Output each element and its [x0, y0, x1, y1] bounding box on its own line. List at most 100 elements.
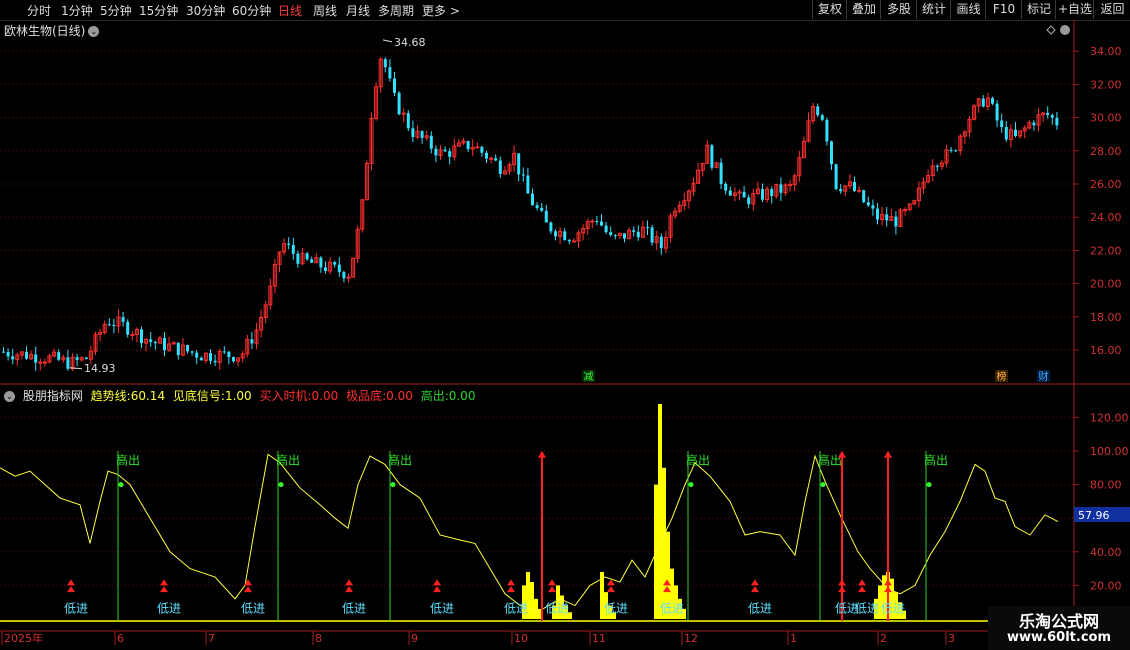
buy-triangle-icon [345, 579, 353, 593]
period-tab[interactable]: 60分钟 [232, 2, 271, 19]
period-tab[interactable]: 周线 [313, 2, 337, 19]
candle-body [346, 276, 351, 279]
candle-body [985, 97, 990, 107]
candle-body [535, 205, 539, 208]
sell-label: 高出: [420, 389, 449, 403]
candle-body [34, 354, 38, 363]
toolbar-button[interactable]: 统计 [916, 0, 951, 19]
y-tick-label: 32.00 [1090, 78, 1122, 91]
toolbar-button[interactable]: F10 [985, 0, 1022, 19]
candle-body [180, 344, 185, 356]
sell-label: 高出 [924, 452, 948, 467]
chevron-down-icon[interactable]: ⌄ [4, 391, 15, 402]
candle-body [939, 162, 944, 167]
candle-body [710, 145, 714, 168]
candle-body [259, 316, 264, 331]
chart-area[interactable]: 34.0032.0030.0028.0026.0024.0022.0020.00… [0, 0, 1130, 650]
candle-body [926, 175, 931, 183]
candle-body [79, 357, 84, 361]
toolbar-button[interactable]: 多股 [880, 0, 917, 19]
watermark: 乐淘公式网 www.60lt.com [988, 606, 1130, 650]
chevron-down-icon[interactable]: ⌄ [88, 26, 100, 37]
candle-body [11, 356, 15, 360]
buy-triangle-icon [160, 579, 168, 593]
x-tick-label: 3 [948, 632, 955, 645]
candle-body [75, 357, 79, 360]
candle-body [121, 317, 125, 322]
event-bang: 榜 [997, 370, 1007, 383]
candle-body [466, 141, 470, 150]
buy-triangle-icon [244, 579, 252, 593]
toolbar-button[interactable]: 叠加 [846, 0, 881, 19]
event-cai: 财 [1039, 370, 1049, 383]
candle-body [531, 193, 534, 206]
period-tab[interactable]: 月线 [346, 2, 370, 19]
candle-body [25, 351, 28, 359]
bottom-label: 极品底: [346, 389, 387, 403]
candle-body [1014, 129, 1017, 136]
candle-body [898, 209, 903, 227]
sell-dot [118, 482, 124, 488]
candle-body [663, 236, 668, 249]
signal-bar [666, 531, 670, 619]
candle-body [186, 345, 189, 352]
candle-body [801, 140, 806, 159]
candle-body [921, 181, 926, 189]
candle-body [61, 356, 66, 361]
period-tab[interactable]: 1分钟 [61, 2, 93, 19]
period-tab[interactable]: 30分钟 [186, 2, 225, 19]
toolbar-button[interactable]: 复权 [812, 0, 847, 19]
buy-label: 低进 [835, 601, 859, 615]
candle-body [355, 228, 360, 259]
candle-body [498, 160, 502, 174]
toolbar-button[interactable]: 返回 [1093, 0, 1130, 19]
sell-dot [688, 482, 694, 488]
signal-bar [530, 582, 534, 619]
candle-body [650, 227, 654, 243]
candle-body [401, 112, 406, 115]
buy-label: 低进 [241, 601, 265, 615]
period-tab[interactable]: 分时 [27, 2, 51, 19]
candle-body [195, 352, 199, 358]
period-tab[interactable]: 日线 [278, 2, 302, 19]
high-marker-line [382, 39, 393, 43]
signal-bar [902, 610, 906, 619]
period-tab[interactable]: 更多 > [422, 2, 460, 19]
candle-body [640, 226, 645, 238]
signal-bar [894, 592, 898, 619]
candle-body [876, 208, 879, 220]
period-tab[interactable]: 15分钟 [139, 2, 178, 19]
toolbar-button[interactable]: 标记 [1021, 0, 1056, 19]
buy-triangle-icon [858, 579, 866, 593]
candle-body [866, 202, 870, 206]
candle-body [475, 146, 480, 149]
candle-body [949, 149, 953, 151]
candle-body [839, 188, 843, 192]
candle-body [820, 115, 824, 120]
candle-body [461, 140, 466, 144]
toolbar-button[interactable]: 画线 [950, 0, 986, 19]
candle-body [88, 350, 93, 360]
candle-body [871, 205, 875, 209]
candle-body [420, 131, 424, 138]
candle-body [443, 149, 447, 152]
diamond-icon [1046, 25, 1056, 35]
candle-body [834, 164, 838, 189]
candle-body [972, 105, 977, 120]
trend-value: 60.14 [130, 389, 166, 403]
toolbar-button[interactable]: +自选 [1055, 0, 1094, 19]
candle-body [1041, 112, 1046, 116]
buy-triangle-icon [838, 579, 846, 593]
candle-body [659, 236, 663, 249]
candle-body [47, 355, 52, 363]
candle-body [761, 189, 764, 200]
current-value-label: 57.96 [1078, 509, 1110, 522]
buy-label: 低进 [604, 601, 628, 615]
candle-body [236, 357, 241, 362]
period-tab[interactable]: 多周期 [378, 2, 414, 19]
candle-body [995, 103, 999, 121]
period-tab[interactable]: 5分钟 [100, 2, 132, 19]
candle-body [480, 146, 484, 153]
candle-body [512, 152, 517, 166]
candle-body [811, 105, 816, 122]
